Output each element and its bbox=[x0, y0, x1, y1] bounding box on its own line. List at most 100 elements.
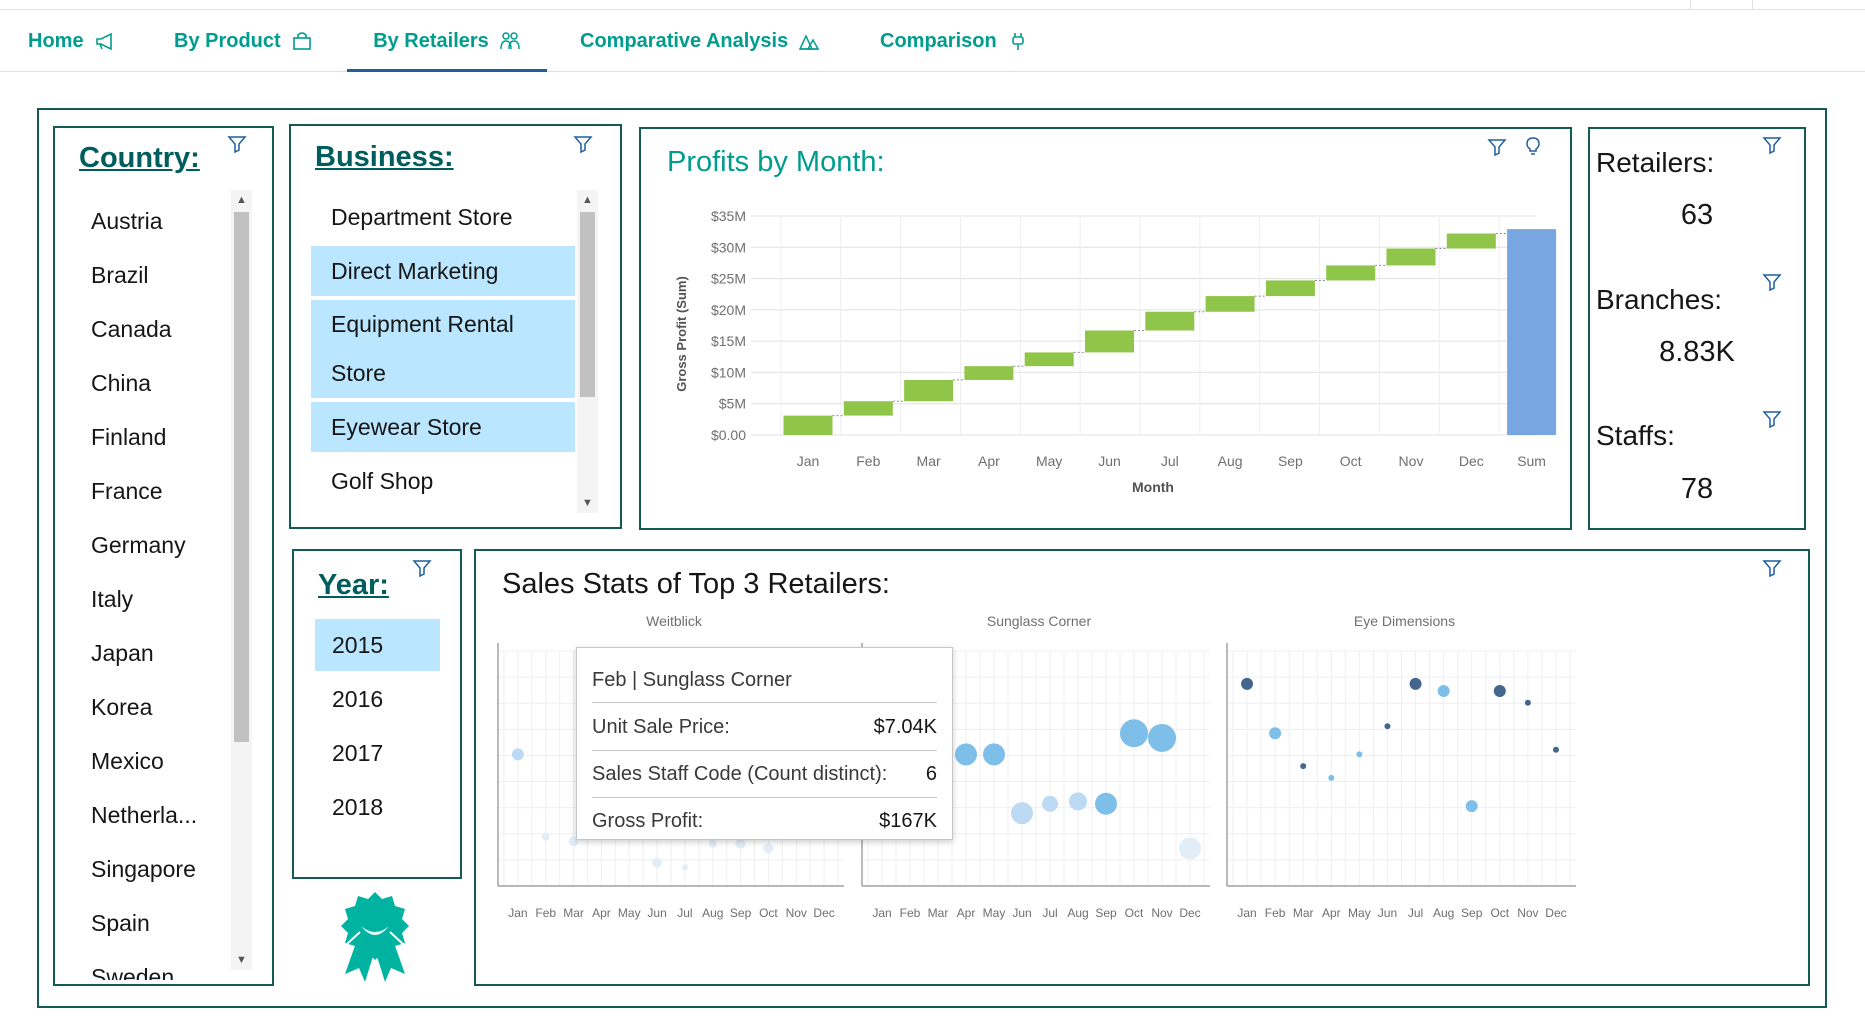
bubble-point[interactable] bbox=[1552, 746, 1559, 753]
bubble-point[interactable] bbox=[1300, 763, 1307, 770]
country-item[interactable]: Canada bbox=[71, 304, 231, 354]
x-tick-label: Mar bbox=[563, 906, 584, 920]
filter-icon[interactable] bbox=[412, 558, 432, 578]
country-item[interactable]: France bbox=[71, 466, 231, 516]
bubble-point[interactable] bbox=[1241, 677, 1254, 690]
x-tick-label: May bbox=[1348, 906, 1371, 920]
x-tick-label: Oct bbox=[1490, 906, 1509, 920]
waterfall-bar[interactable] bbox=[783, 415, 833, 435]
country-item[interactable]: Austria bbox=[71, 196, 231, 246]
business-item-department-store[interactable]: Department Store bbox=[311, 192, 575, 242]
x-tick-label: Aug bbox=[702, 906, 723, 920]
country-item[interactable]: Italy bbox=[71, 574, 231, 624]
country-item[interactable]: Mexico bbox=[71, 736, 231, 786]
waterfall-bar[interactable] bbox=[1205, 296, 1255, 312]
country-scrollbar[interactable]: ▲ ▼ bbox=[231, 190, 252, 970]
waterfall-bar[interactable] bbox=[1085, 330, 1134, 353]
bubble-point[interactable] bbox=[1437, 684, 1450, 697]
staffs-label: Staffs: bbox=[1596, 420, 1675, 451]
filter-icon[interactable] bbox=[227, 134, 247, 154]
x-tick-label: Aug bbox=[1067, 906, 1088, 920]
bubble-point[interactable] bbox=[1524, 699, 1531, 706]
year-item-2018[interactable]: 2018 bbox=[315, 781, 440, 833]
bubble-point[interactable] bbox=[1042, 795, 1058, 812]
bubble-point[interactable] bbox=[1120, 719, 1148, 748]
business-item-direct-marketing[interactable]: Direct Marketing bbox=[311, 246, 575, 296]
branches-value: 8.83K bbox=[1659, 336, 1735, 368]
waterfall-bar[interactable] bbox=[1446, 233, 1496, 249]
year-item-2015[interactable]: 2015 bbox=[315, 619, 440, 671]
tab-comparison[interactable]: Comparison bbox=[878, 10, 1031, 72]
tab-label: By Retailers bbox=[373, 29, 489, 52]
country-item[interactable]: Singapore bbox=[71, 844, 231, 894]
tab-comparative-analysis[interactable]: Comparative Analysis bbox=[578, 10, 822, 72]
filter-icon[interactable] bbox=[1762, 135, 1782, 155]
year-item-2016[interactable]: 2016 bbox=[315, 673, 440, 725]
filter-icon[interactable] bbox=[1762, 272, 1782, 292]
scrollbar-thumb[interactable] bbox=[234, 212, 249, 742]
bubble-point[interactable] bbox=[1269, 727, 1282, 740]
bubble-point[interactable] bbox=[1409, 677, 1422, 690]
bubble-point[interactable] bbox=[1095, 792, 1117, 815]
waterfall-bar[interactable] bbox=[964, 366, 1014, 380]
year-item-2017[interactable]: 2017 bbox=[315, 727, 440, 779]
country-item[interactable]: Sweden bbox=[71, 952, 231, 981]
waterfall-bar[interactable] bbox=[843, 401, 893, 416]
bubble-point[interactable] bbox=[1493, 684, 1506, 697]
x-tick-label: Apr bbox=[592, 906, 611, 920]
business-scrollbar[interactable]: ▲ ▼ bbox=[577, 190, 598, 513]
waterfall-bar[interactable] bbox=[1145, 311, 1195, 331]
waterfall-bar[interactable] bbox=[904, 379, 954, 402]
x-tick-label: Apr bbox=[1322, 906, 1341, 920]
bubble-point[interactable] bbox=[1148, 723, 1176, 752]
bubble-point[interactable] bbox=[1328, 774, 1335, 781]
tab-bar: Home By Product By Retailers Comparative… bbox=[0, 10, 1865, 72]
bubble-point[interactable] bbox=[1179, 837, 1201, 860]
bubble-point[interactable] bbox=[1356, 751, 1363, 758]
bubble-point[interactable] bbox=[983, 743, 1005, 766]
country-item[interactable]: Germany bbox=[71, 520, 231, 570]
bubble-point[interactable] bbox=[681, 864, 688, 871]
bubble-point[interactable] bbox=[1465, 800, 1478, 813]
country-heading: Country: bbox=[79, 142, 200, 174]
country-item[interactable]: Brazil bbox=[71, 250, 231, 300]
scroll-down-arrow-icon[interactable]: ▼ bbox=[231, 950, 252, 970]
x-tick-label: Mar bbox=[928, 906, 949, 920]
scroll-up-arrow-icon[interactable]: ▲ bbox=[577, 190, 598, 210]
x-tick-label: Jun bbox=[1012, 906, 1031, 920]
tab-home[interactable]: Home bbox=[26, 10, 118, 72]
tab-by-product[interactable]: By Product bbox=[172, 10, 315, 72]
filter-icon[interactable] bbox=[573, 134, 593, 154]
waterfall-bar[interactable] bbox=[1024, 352, 1074, 367]
x-tick-label: Jul bbox=[1042, 906, 1057, 920]
tab-by-retailers[interactable]: By Retailers bbox=[347, 10, 547, 72]
waterfall-bar[interactable] bbox=[1265, 280, 1315, 297]
bubble-point[interactable] bbox=[541, 832, 550, 841]
country-item[interactable]: Korea bbox=[71, 682, 231, 732]
bubble-point[interactable] bbox=[652, 857, 663, 868]
filter-icon[interactable] bbox=[1762, 409, 1782, 429]
scroll-up-arrow-icon[interactable]: ▲ bbox=[231, 190, 252, 210]
x-tick-label: May bbox=[618, 906, 641, 920]
scrollbar-thumb[interactable] bbox=[580, 212, 595, 397]
business-item-equipment-rental-store[interactable]: Equipment Rental Store bbox=[311, 300, 575, 398]
country-item[interactable]: Japan bbox=[71, 628, 231, 678]
bubble-point[interactable] bbox=[511, 748, 524, 761]
country-item[interactable]: Finland bbox=[71, 412, 231, 462]
bubble-point[interactable] bbox=[1384, 723, 1391, 730]
bubble-point[interactable] bbox=[1069, 792, 1087, 811]
waterfall-bar[interactable] bbox=[1326, 265, 1376, 281]
country-item[interactable]: Netherla... bbox=[71, 790, 231, 840]
x-tick-label: Dec bbox=[1459, 453, 1484, 469]
waterfall-bar[interactable] bbox=[1386, 248, 1436, 266]
country-item[interactable]: China bbox=[71, 358, 231, 408]
x-tick-label: Aug bbox=[1433, 906, 1454, 920]
bubble-point[interactable] bbox=[955, 743, 977, 766]
business-item-eyewear-store[interactable]: Eyewear Store bbox=[311, 402, 575, 452]
bubble-point[interactable] bbox=[763, 843, 774, 854]
waterfall-total-bar[interactable] bbox=[1507, 229, 1557, 435]
scroll-down-arrow-icon[interactable]: ▼ bbox=[577, 493, 598, 513]
bubble-point[interactable] bbox=[1011, 802, 1033, 825]
business-item-golf-shop[interactable]: Golf Shop bbox=[311, 456, 575, 506]
country-item[interactable]: Spain bbox=[71, 898, 231, 948]
